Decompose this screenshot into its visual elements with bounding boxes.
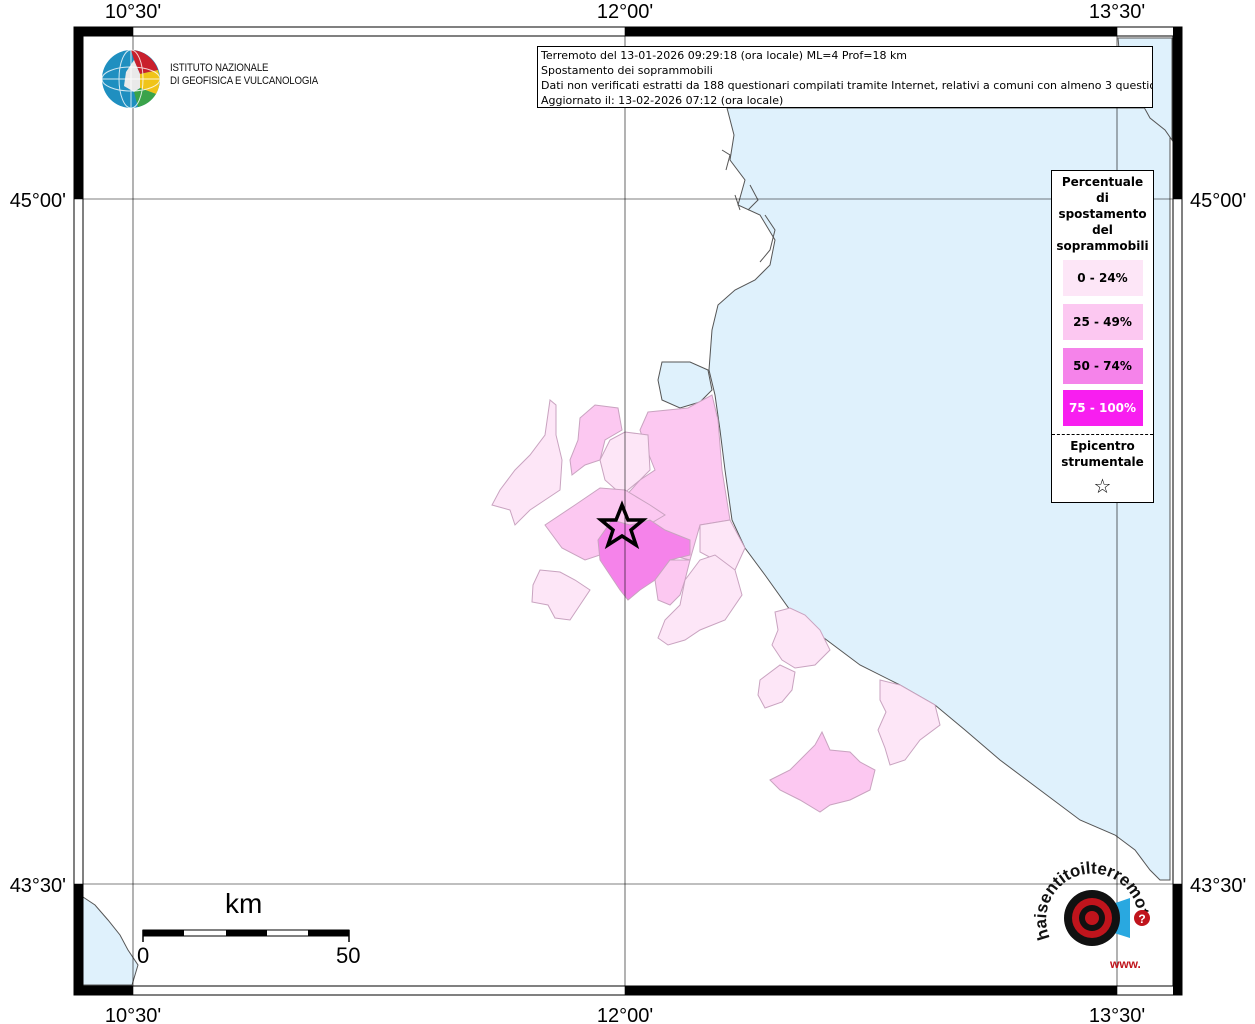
legend-item-label: 50 - 74% [1073, 359, 1132, 373]
legend-epicenter-line: strumentale [1061, 455, 1144, 469]
info-line-2: Spostamento dei soprammobili [541, 64, 713, 77]
legend-title-line: Percentuale [1061, 175, 1144, 189]
legend-item-50-74: 50 - 74% [1062, 348, 1143, 384]
tick-lon-1-bottom: 10°30' [105, 1005, 161, 1024]
ingv-line-2: DI GEOFISICA E VULCANOLOGIA [170, 75, 319, 87]
tick-lon-2-bottom: 12°00' [597, 1005, 653, 1024]
tick-lon-1-top: 10°30' [105, 1, 161, 23]
info-line-1: Terremoto del 13-01-2026 09:29:18 (ora l… [541, 49, 908, 62]
legend-item-75-100: 75 - 100% [1062, 390, 1143, 426]
tick-lon-3-bottom: 13°30' [1089, 1005, 1145, 1024]
legend-item-label: 75 - 100% [1068, 401, 1137, 415]
tick-lat-2-right: 43°30' [1190, 875, 1246, 897]
haisentito-prefix: www. [1109, 957, 1141, 971]
ingv-line-1: ISTITUTO NAZIONALE [170, 62, 269, 74]
legend-title-line: del [1092, 223, 1113, 237]
tick-lon-3-top: 13°30' [1089, 1, 1145, 23]
scale-start-label: 0 [137, 943, 150, 968]
svg-text:?: ? [1138, 912, 1145, 926]
legend-item-label: 0 - 24% [1077, 271, 1128, 285]
legend-title: Percentuale di spostamento del soprammob… [1052, 174, 1153, 254]
legend-title-line: spostamento [1058, 207, 1147, 221]
legend-title-line: soprammobili [1056, 239, 1149, 253]
scale-end-label: 50 [336, 943, 361, 968]
tick-lat-1-left: 45°00' [10, 190, 66, 212]
legend-item-label: 25 - 49% [1073, 315, 1132, 329]
haisentito-logo-icon: haisentitoilterremoto.it ? www. [1025, 841, 1153, 971]
legend-item-0-24: 0 - 24% [1062, 260, 1143, 296]
info-line-3: Dati non verificati estratti da 188 ques… [541, 79, 1153, 92]
legend: Percentuale di spostamento del soprammob… [1051, 170, 1154, 503]
info-line-4: Aggiornato il: 13-02-2026 07:12 (ora loc… [541, 94, 784, 107]
ingv-globe-icon [101, 49, 161, 109]
legend-star-icon: ☆ [1093, 474, 1112, 498]
tick-lon-2-top: 12°00' [597, 1, 653, 23]
tick-lat-2-left: 43°30' [10, 875, 66, 897]
legend-epicenter-title: Epicentro strumentale [1052, 438, 1153, 470]
ingv-name: ISTITUTO NAZIONALE DI GEOFISICA E VULCAN… [170, 62, 318, 88]
legend-divider [1052, 434, 1153, 435]
info-box: Terremoto del 13-01-2026 09:29:18 (ora l… [537, 46, 1153, 108]
haisentito-logo[interactable]: haisentitoilterremoto.it ? www. [1025, 841, 1160, 986]
ingv-logo: ISTITUTO NAZIONALE DI GEOFISICA E VULCAN… [100, 48, 320, 110]
legend-epicenter-line: Epicentro [1070, 439, 1135, 453]
legend-item-25-49: 25 - 49% [1062, 304, 1143, 340]
tick-lat-1-right: 45°00' [1190, 190, 1246, 212]
legend-title-line: di [1096, 191, 1109, 205]
scale-title: km [225, 888, 263, 919]
